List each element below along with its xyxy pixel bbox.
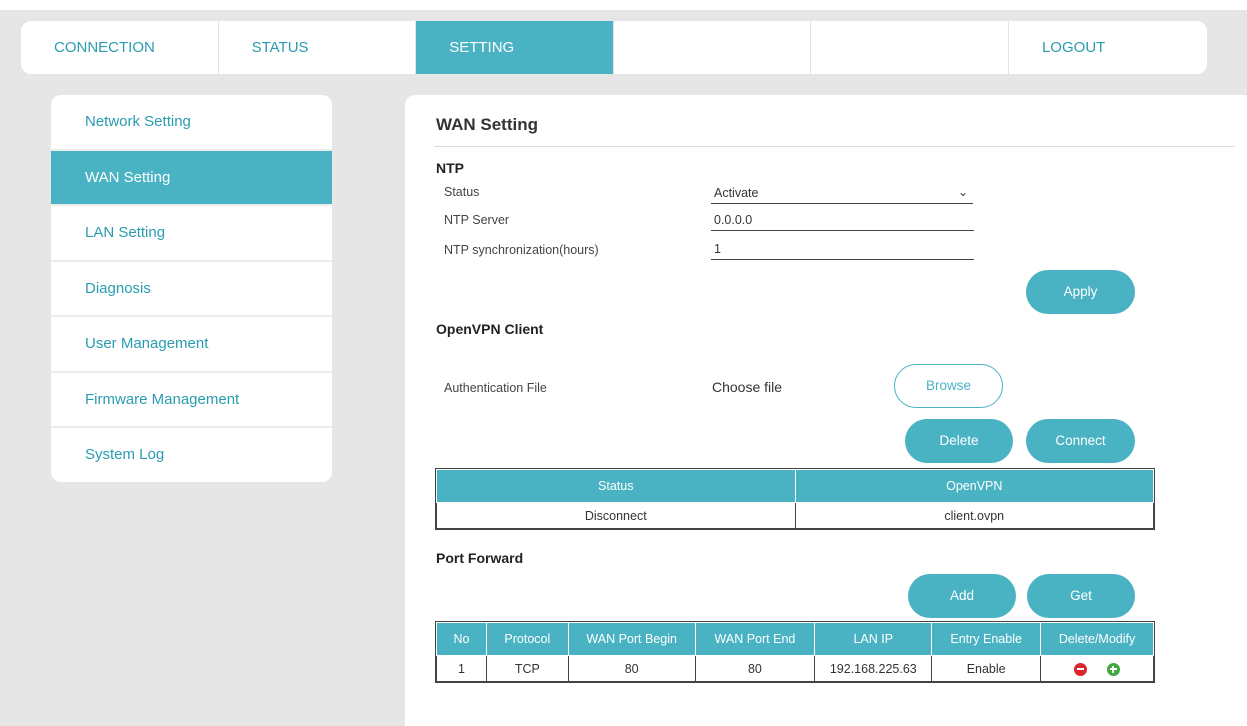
sidebar: Network Setting WAN Setting LAN Setting … (51, 95, 332, 482)
openvpn-header-openvpn: OpenVPN (794, 469, 1154, 503)
pf-header-no: No (436, 622, 487, 656)
pf-header-wan-end: WAN Port End (694, 622, 816, 656)
pf-header-entry-enable: Entry Enable (931, 622, 1042, 656)
browse-button[interactable]: Browse (894, 364, 1003, 408)
port-forward-table: No Protocol WAN Port Begin WAN Port End … (435, 621, 1155, 683)
pf-header-wan-begin: WAN Port Begin (567, 622, 696, 656)
delete-row-icon[interactable] (1074, 662, 1088, 676)
main-panel: WAN Setting NTP Status Activate ⌄ NTP Se… (405, 95, 1247, 726)
title-divider (434, 146, 1235, 147)
pf-cell-entry-enable: Enable (931, 655, 1042, 682)
page-title: WAN Setting (436, 115, 538, 134)
table-row: Disconnect client.ovpn (436, 502, 1154, 529)
ntp-status-label: Status (444, 185, 480, 199)
pf-cell-lan-ip: 192.168.225.63 (814, 655, 933, 682)
ntp-status-value: Activate (714, 186, 759, 200)
connect-button[interactable]: Connect (1026, 419, 1135, 463)
sidebar-item-system-log[interactable]: System Log (51, 428, 332, 482)
pf-header-lan-ip: LAN IP (814, 622, 933, 656)
pf-cell-no: 1 (436, 655, 487, 682)
ntp-status-select[interactable]: Activate ⌄ (711, 185, 973, 204)
add-row-icon[interactable] (1106, 662, 1120, 676)
pf-cell-wan-begin: 80 (567, 655, 696, 682)
apply-button[interactable]: Apply (1026, 270, 1135, 314)
chevron-down-icon: ⌄ (957, 185, 968, 199)
auth-file-label: Authentication File (444, 381, 547, 395)
ntp-section-title: NTP (436, 160, 464, 176)
sidebar-item-lan-setting[interactable]: LAN Setting (51, 206, 332, 262)
sidebar-item-user-management[interactable]: User Management (51, 317, 332, 373)
get-button[interactable]: Get (1027, 574, 1135, 618)
openvpn-file-cell: client.ovpn (794, 502, 1154, 529)
pf-header-protocol: Protocol (485, 622, 569, 656)
openvpn-table: Status OpenVPN Disconnect client.ovpn (435, 468, 1155, 530)
nav-empty-2 (811, 21, 1009, 74)
ntp-sync-input[interactable]: 1 (711, 241, 974, 260)
nav-logout[interactable]: LOGOUT (1009, 21, 1207, 74)
nav-empty-1 (614, 21, 812, 74)
table-row: 1 TCP 80 80 192.168.225.63 Enable (436, 655, 1154, 682)
openvpn-section-title: OpenVPN Client (436, 321, 544, 337)
top-strip (0, 0, 1247, 10)
port-forward-section-title: Port Forward (436, 550, 524, 566)
sidebar-item-diagnosis[interactable]: Diagnosis (51, 262, 332, 317)
openvpn-status-cell: Disconnect (436, 502, 796, 529)
pf-cell-protocol: TCP (485, 655, 569, 682)
nav-setting[interactable]: SETTING (416, 21, 614, 74)
pf-header-delete-modify: Delete/Modify (1040, 622, 1154, 656)
pf-cell-wan-end: 80 (694, 655, 816, 682)
ntp-sync-label: NTP synchronization(hours) (444, 243, 599, 257)
choose-file-text: Choose file (712, 379, 783, 395)
nav-connection[interactable]: CONNECTION (21, 21, 219, 74)
ntp-server-input[interactable]: 0.0.0.0 (711, 212, 974, 231)
top-nav: CONNECTION STATUS SETTING LOGOUT (21, 21, 1207, 74)
add-button[interactable]: Add (908, 574, 1016, 618)
sidebar-item-network-setting[interactable]: Network Setting (51, 95, 332, 151)
openvpn-header-status: Status (436, 469, 796, 503)
pf-cell-actions (1040, 655, 1154, 682)
nav-status[interactable]: STATUS (219, 21, 417, 74)
sidebar-item-wan-setting[interactable]: WAN Setting (51, 150, 332, 206)
ntp-server-label: NTP Server (444, 213, 510, 227)
delete-button[interactable]: Delete (905, 419, 1013, 463)
sidebar-item-firmware-management[interactable]: Firmware Management (51, 373, 332, 428)
